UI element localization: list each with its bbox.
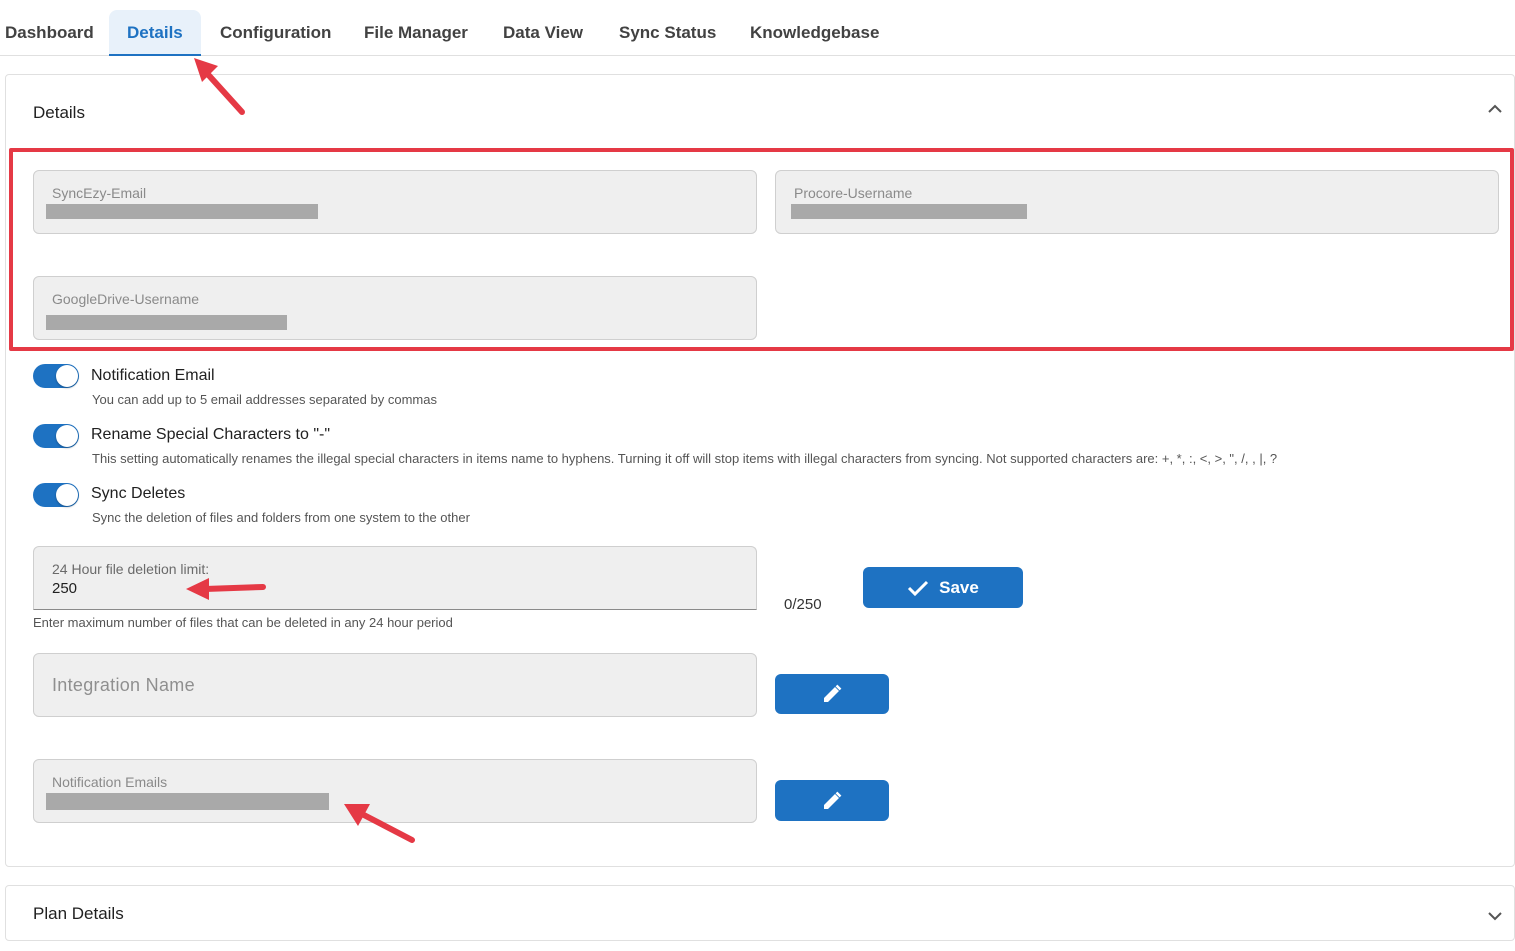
annotation-highlight-box xyxy=(9,148,1514,351)
sync-deletes-toggle[interactable] xyxy=(33,483,79,507)
integration-name-field[interactable]: Integration Name xyxy=(33,653,757,717)
rename-special-characters-toggle[interactable] xyxy=(33,424,79,448)
tab-configuration[interactable]: Configuration xyxy=(202,10,349,56)
pencil-icon xyxy=(824,684,842,702)
tab-details[interactable]: Details xyxy=(109,10,201,56)
plan-details-title: Plan Details xyxy=(33,904,124,923)
rename-special-characters-description: This setting automatically renames the i… xyxy=(92,451,1278,466)
annotation-arrow-icon xyxy=(344,804,415,843)
deletion-limit-value: 250 xyxy=(52,580,78,597)
tab-dashboard[interactable]: Dashboard xyxy=(0,10,112,56)
check-icon xyxy=(908,580,929,596)
details-panel-title: Details xyxy=(33,103,85,122)
sync-deletes-title: Sync Deletes xyxy=(91,485,186,502)
tab-data-view[interactable]: Data View xyxy=(485,10,601,56)
chevron-up-icon[interactable] xyxy=(1485,99,1505,119)
notification-email-title: Notification Email xyxy=(91,367,215,384)
tab-bar: Dashboard Details Configuration File Man… xyxy=(0,0,1515,56)
sync-deletes-description: Sync the deletion of files and folders f… xyxy=(92,510,470,525)
character-counter: 0/250 xyxy=(784,596,822,613)
save-button[interactable]: Save xyxy=(863,567,1023,608)
edit-integration-name-button[interactable] xyxy=(775,674,889,714)
pencil-icon xyxy=(824,791,842,809)
save-button-label: Save xyxy=(939,577,979,597)
redacted-value xyxy=(46,793,329,810)
plan-details-panel[interactable]: Plan Details xyxy=(5,885,1515,941)
deletion-limit-input[interactable]: 24 Hour file deletion limit: 250 xyxy=(33,546,757,610)
edit-notification-emails-button[interactable] xyxy=(775,780,889,821)
annotation-arrow-icon xyxy=(194,58,245,115)
notification-emails-label: Notification Emails xyxy=(52,774,168,790)
rename-special-characters-title: Rename Special Characters to "-" xyxy=(91,426,331,443)
annotation-arrow-icon xyxy=(186,578,266,600)
notification-email-description: You can add up to 5 email addresses sepa… xyxy=(92,392,437,407)
tab-knowledgebase[interactable]: Knowledgebase xyxy=(732,10,897,56)
tab-sync-status[interactable]: Sync Status xyxy=(601,10,734,56)
integration-name-placeholder: Integration Name xyxy=(52,675,195,695)
chevron-down-icon[interactable] xyxy=(1485,906,1505,926)
deletion-limit-helper: Enter maximum number of files that can b… xyxy=(33,615,453,630)
tab-file-manager[interactable]: File Manager xyxy=(346,10,486,56)
notification-email-toggle[interactable] xyxy=(33,364,79,388)
